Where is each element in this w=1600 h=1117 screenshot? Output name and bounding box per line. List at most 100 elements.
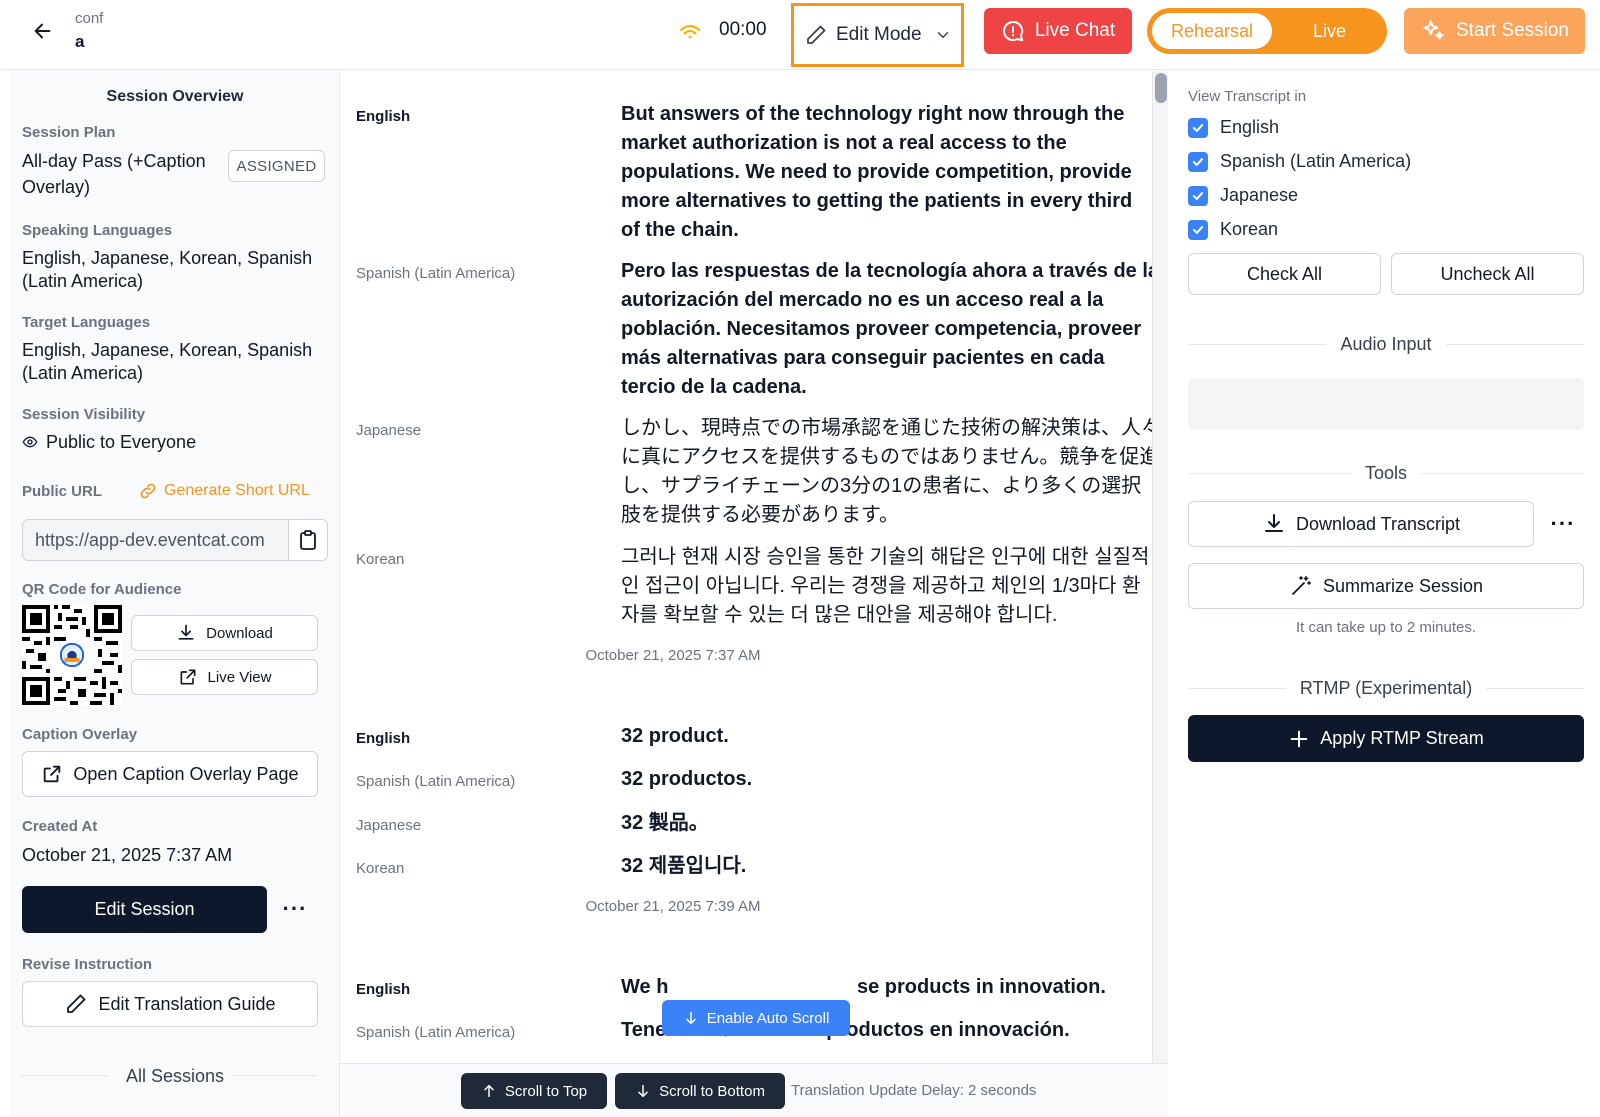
enable-auto-scroll-label: Enable Auto Scroll <box>706 1009 830 1027</box>
magic-wand-icon <box>1292 576 1311 595</box>
breadcrumb-parent: conf <box>75 10 104 27</box>
summarize-session-button[interactable]: Summarize Session <box>1188 563 1584 609</box>
open-caption-overlay-label: Open Caption Overlay Page <box>73 763 299 784</box>
session-sidebar: Session Overview Session Plan All-day Pa… <box>10 71 340 1117</box>
language-checkbox-label: Korean <box>1220 219 1279 239</box>
language-checkbox-english[interactable]: English <box>1188 117 1279 138</box>
language-checkbox-label: Japanese <box>1220 185 1299 205</box>
transcript-text: 그러나 현재 시장 승인을 통한 기술의 해답은 인구에 대한 실질적인 접근이… <box>621 546 1150 626</box>
transcript-lang-label: Spanish (Latin America) <box>356 1024 516 1041</box>
qr-download-button[interactable]: Download <box>131 615 318 651</box>
edit-mode-label: Edit Mode <box>836 24 922 45</box>
tools-section-title: Tools <box>1188 461 1584 485</box>
language-checkbox-spanish[interactable]: Spanish (Latin America) <box>1188 151 1411 172</box>
target-languages-line2: (Latin America) <box>22 363 144 383</box>
audio-input-title: Audio Input <box>1340 333 1432 354</box>
eye-icon <box>22 436 38 448</box>
created-at-label: Created At <box>22 818 98 835</box>
visibility-text: Public to Everyone <box>46 432 197 452</box>
transcript-panel: English But answers of the technology ri… <box>341 71 1157 1066</box>
session-plan-label: Session Plan <box>22 124 116 141</box>
session-visibility-label: Session Visibility <box>22 406 146 423</box>
qr-code-image <box>22 605 122 705</box>
transcript-lang-label: English <box>356 730 411 747</box>
qr-code-label: QR Code for Audience <box>22 581 182 598</box>
qr-download-label: Download <box>206 624 273 642</box>
download-transcript-button[interactable]: Download Transcript <box>1188 501 1534 547</box>
created-at-value: October 21, 2025 7:37 AM <box>22 845 233 865</box>
transcript-lang-label: English <box>356 108 411 125</box>
scroll-to-bottom-button[interactable]: Scroll to Bottom <box>615 1073 785 1109</box>
pencil-icon <box>807 25 826 44</box>
summarize-note: It can take up to 2 minutes. <box>1295 619 1477 636</box>
open-caption-overlay-button[interactable]: Open Caption Overlay Page <box>22 751 318 797</box>
caption-overlay-label: Caption Overlay <box>22 726 138 743</box>
external-link-icon <box>180 669 196 685</box>
qr-live-view-button[interactable]: Live View <box>131 659 318 695</box>
scroll-to-bottom-label: Scroll to Bottom <box>659 1082 765 1100</box>
copy-url-button[interactable] <box>288 519 328 561</box>
uncheck-all-button[interactable]: Uncheck All <box>1391 253 1584 295</box>
checkbox-checked-icon[interactable] <box>1188 117 1208 138</box>
all-sessions-link[interactable]: All Sessions <box>10 1066 340 1087</box>
mode-rehearsal-option[interactable]: Rehearsal <box>1152 13 1272 49</box>
generate-short-url-link[interactable]: Generate Short URL <box>138 481 310 501</box>
wifi-icon <box>679 24 701 39</box>
more-options-icon[interactable]: ··· <box>1548 509 1578 539</box>
external-link-icon <box>44 765 61 783</box>
download-transcript-label: Download Transcript <box>1295 513 1461 534</box>
transcript-settings-panel: View Transcript in English Spanish (Lati… <box>1168 71 1600 1117</box>
audio-input-selector[interactable] <box>1188 378 1584 430</box>
session-overview-title: Session Overview <box>106 88 244 105</box>
checkbox-checked-icon[interactable] <box>1188 219 1208 240</box>
transcript-lang-label: English <box>356 981 411 998</box>
pencil-icon <box>67 994 86 1013</box>
rehearsal-live-toggle[interactable]: Rehearsal Live <box>1147 8 1387 54</box>
scroll-to-top-label: Scroll to Top <box>504 1082 588 1100</box>
chat-alert-icon <box>1002 20 1024 42</box>
edit-translation-guide-button[interactable]: Edit Translation Guide <box>22 981 318 1027</box>
transcript-text-tail: se products in innovation. <box>857 976 1106 998</box>
session-plan-line2: Overlay) <box>22 177 91 197</box>
speaking-languages-label: Speaking Languages <box>22 222 173 239</box>
transcript-scrollbar[interactable] <box>1152 71 1168 1066</box>
start-session-button[interactable]: Start Session <box>1404 8 1585 54</box>
edit-session-button[interactable]: Edit Session <box>22 886 267 933</box>
session-timer: 00:00 <box>719 19 767 40</box>
language-checkbox-japanese[interactable]: Japanese <box>1188 185 1298 206</box>
transcript-lang-label: Japanese <box>356 817 422 834</box>
language-checkbox-label: English <box>1220 117 1280 137</box>
apply-rtmp-stream-button[interactable]: Apply RTMP Stream <box>1188 715 1584 762</box>
link-icon <box>140 483 156 499</box>
public-url-label: Public URL <box>22 483 103 500</box>
arrow-down-icon <box>685 1011 696 1025</box>
transcript-timestamp: October 21, 2025 7:39 AM <box>585 898 761 915</box>
scrollbar-thumb[interactable] <box>1155 73 1167 103</box>
more-options-icon[interactable]: ··· <box>280 894 310 924</box>
speaking-languages-line2: (Latin America) <box>22 271 144 291</box>
transcript-timestamp: October 21, 2025 7:37 AM <box>585 647 761 664</box>
edit-mode-dropdown[interactable]: Edit Mode <box>791 3 964 67</box>
transcript-text: 32 productos. <box>621 768 753 790</box>
edit-translation-guide-label: Edit Translation Guide <box>98 993 276 1014</box>
transcript-text: 32 製品。 <box>621 812 709 834</box>
back-arrow-icon[interactable] <box>28 16 58 46</box>
check-all-button[interactable]: Check All <box>1188 253 1381 295</box>
public-url-field[interactable]: https://app-dev.eventcat.com <box>22 519 288 561</box>
language-checkbox-korean[interactable]: Korean <box>1188 219 1278 240</box>
session-name: a <box>75 32 85 51</box>
scroll-to-top-button[interactable]: Scroll to Top <box>461 1073 607 1109</box>
arrow-down-icon <box>638 1084 648 1098</box>
target-languages-label: Target Languages <box>22 314 151 331</box>
transcript-lang-label: Korean <box>356 551 405 568</box>
checkbox-checked-icon[interactable] <box>1188 185 1208 206</box>
sparkles-icon <box>1423 20 1444 40</box>
enable-auto-scroll-button[interactable]: Enable Auto Scroll <box>662 1000 850 1036</box>
transcript-text: But answers of the technology right now … <box>621 103 1133 241</box>
transcript-text: 32 제품입니다. <box>621 855 747 877</box>
checkbox-checked-icon[interactable] <box>1188 151 1208 172</box>
download-icon <box>1264 514 1283 532</box>
live-chat-button[interactable]: Live Chat <box>984 8 1132 54</box>
mode-live-option[interactable]: Live <box>1277 13 1382 49</box>
download-icon <box>178 624 194 640</box>
